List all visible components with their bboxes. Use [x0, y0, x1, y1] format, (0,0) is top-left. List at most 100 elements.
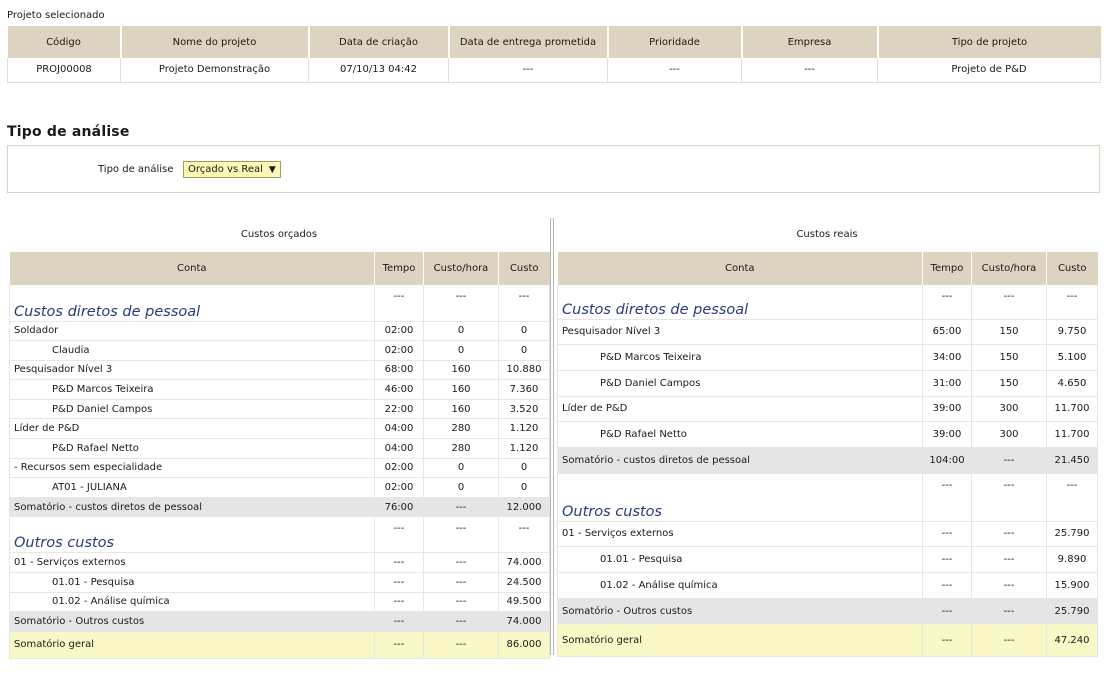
- cell-custo: 3.520: [498, 399, 550, 420]
- cell-conta: Pesquisador Nível 3: [9, 360, 375, 381]
- table-row: Pesquisador Nível 3 68:00 160 10.880: [9, 360, 550, 381]
- cell-tempo: ---: [922, 598, 972, 625]
- cell-conta: Líder de P&D: [557, 396, 923, 423]
- cell-tempo: 02:00: [374, 340, 424, 361]
- cell-conta: Somatório - Outros custos: [9, 611, 375, 632]
- cell-tempo: ---: [374, 572, 424, 593]
- subtotal-row: Somatório - custos diretos de pessoal 104…: [557, 447, 1098, 474]
- cell-conta: 01.02 - Análise química: [9, 592, 375, 613]
- cell-custo: 21.450: [1046, 447, 1098, 474]
- cell-tempo: ---: [374, 631, 424, 659]
- cell-conta: Claudia: [9, 340, 375, 361]
- cell-custo: ---: [1046, 285, 1098, 320]
- column-divider: [550, 218, 554, 655]
- cell-custo: ---: [1046, 473, 1098, 522]
- cell-conta: 01.01 - Pesquisa: [9, 572, 375, 593]
- analysis-type-heading: Tipo de análise: [7, 124, 130, 140]
- cell-custo-hora: ---: [971, 598, 1047, 625]
- cell-custo: 9.890: [1046, 546, 1098, 573]
- cell-custo: 5.100: [1046, 344, 1098, 371]
- table-row: 01 - Serviços externos --- --- 25.790: [557, 521, 1098, 548]
- cell-custo: 74.000: [498, 552, 550, 574]
- cell-custo-hora: ---: [423, 516, 499, 554]
- cell-conta: P&D Marcos Teixeira: [557, 344, 923, 371]
- analysis-type-panel: Tipo de análise Orçado vs Real ▼: [7, 145, 1100, 193]
- cell-custo-hora: ---: [423, 572, 499, 593]
- cell-custo-hora: 150: [971, 319, 1047, 346]
- cell-conta: P&D Daniel Campos: [9, 399, 375, 420]
- cell-tempo: 04:00: [374, 438, 424, 459]
- cell-custo-hora: ---: [971, 546, 1047, 573]
- cell-custo: 24.500: [498, 572, 550, 593]
- table-row: Claudia 02:00 0 0: [9, 340, 550, 361]
- actual-costs-panel: Custos reais Conta Tempo Custo/hora Cust…: [557, 218, 1098, 658]
- project-row: PROJ00008 Projeto Demonstração 07/10/13 …: [7, 58, 1101, 83]
- cell-tempo: ---: [374, 516, 424, 554]
- analysis-type-select[interactable]: Orçado vs Real ▼: [183, 161, 281, 178]
- cell-custo: 1.120: [498, 438, 550, 459]
- selected-project-label: Projeto selecionado: [7, 10, 105, 21]
- cell-conta: Somatório - custos diretos de pessoal: [9, 497, 375, 518]
- cell-conta: Somatório - Outros custos: [557, 598, 923, 625]
- cell-conta: Líder de P&D: [9, 418, 375, 440]
- cell-tempo: ---: [922, 473, 972, 522]
- cell-custo-hora: ---: [423, 285, 499, 322]
- cell-conta: Pesquisador Nível 3: [557, 319, 923, 346]
- actual-costs-title: Custos reais: [796, 229, 858, 240]
- cell-conta: Somatório - custos diretos de pessoal: [557, 447, 923, 474]
- group-row: Outros custos --- --- ---: [557, 473, 1098, 522]
- cell-custo: 25.790: [1046, 598, 1098, 625]
- analysis-type-selected-value: Orçado vs Real: [188, 164, 263, 175]
- cell-tempo: ---: [922, 521, 972, 548]
- cell-custo: 9.750: [1046, 319, 1098, 346]
- cell-conta: Outros custos: [9, 516, 375, 554]
- cell-custo: 15.900: [1046, 572, 1098, 599]
- table-row: P&D Daniel Campos 22:00 160 3.520: [9, 399, 550, 420]
- table-row: Líder de P&D 04:00 280 1.120: [9, 418, 550, 440]
- header-prioridade: Prioridade: [607, 26, 743, 58]
- cell-data-criacao: 07/10/13 04:42: [308, 58, 449, 83]
- cell-custo: 11.700: [1046, 421, 1098, 448]
- cell-custo-hora: ---: [971, 473, 1047, 522]
- table-row: P&D Marcos Teixeira 46:00 160 7.360: [9, 379, 550, 400]
- cell-tempo: 76:00: [374, 497, 424, 518]
- cell-custo: ---: [498, 516, 550, 554]
- chevron-down-icon: ▼: [268, 165, 276, 175]
- cell-tempo: ---: [922, 572, 972, 599]
- cell-empresa: ---: [741, 58, 878, 83]
- header-data-criacao: Data de criação: [308, 26, 450, 58]
- cell-tempo: 104:00: [922, 447, 972, 474]
- selected-project-table: Código Nome do projeto Data de criação D…: [7, 26, 1101, 83]
- cell-tempo: ---: [374, 592, 424, 613]
- header-tipo-projeto: Tipo de projeto: [877, 26, 1101, 58]
- cell-custo: 0: [498, 477, 550, 498]
- cell-custo-hora: ---: [423, 592, 499, 613]
- cell-conta: 01.02 - Análise química: [557, 572, 923, 599]
- table-row: Pesquisador Nível 3 65:00 150 9.750: [557, 319, 1098, 346]
- header-codigo: Código: [7, 26, 122, 58]
- cell-custo: 0: [498, 321, 550, 342]
- cell-conta: 01 - Serviços externos: [9, 552, 375, 574]
- cell-tempo: 34:00: [922, 344, 972, 371]
- table-row: P&D Daniel Campos 31:00 150 4.650: [557, 370, 1098, 397]
- cell-custo: 11.700: [1046, 396, 1098, 423]
- cell-tempo: ---: [374, 552, 424, 574]
- analysis-type-label: Tipo de análise: [98, 164, 174, 175]
- subtotal-row: Somatório - Outros custos --- --- 25.790: [557, 598, 1098, 625]
- cell-tempo: 02:00: [374, 458, 424, 479]
- cell-custo: 4.650: [1046, 370, 1098, 397]
- cell-tempo: 04:00: [374, 418, 424, 440]
- cell-custo-hora: ---: [423, 497, 499, 518]
- cell-nome-projeto: Projeto Demonstração: [120, 58, 309, 83]
- actual-costs-table: Conta Tempo Custo/hora Custo Custos dire…: [557, 252, 1098, 658]
- cell-custo-hora: ---: [971, 285, 1047, 320]
- header-empresa: Empresa: [741, 26, 879, 58]
- budgeted-costs-title: Custos orçados: [240, 229, 318, 240]
- budgeted-costs-table: Conta Tempo Custo/hora Custo Custos dire…: [9, 252, 550, 659]
- cell-custo-hora: ---: [423, 611, 499, 632]
- table-row: P&D Rafael Netto 04:00 280 1.120: [9, 438, 550, 459]
- cell-custo: 12.000: [498, 497, 550, 518]
- actual-costs-body: Custos diretos de pessoal --- --- --- Pesqui…: [557, 285, 1098, 658]
- group-row: Custos diretos de pessoal --- --- ---: [9, 285, 550, 322]
- header-nome-projeto: Nome do projeto: [120, 26, 310, 58]
